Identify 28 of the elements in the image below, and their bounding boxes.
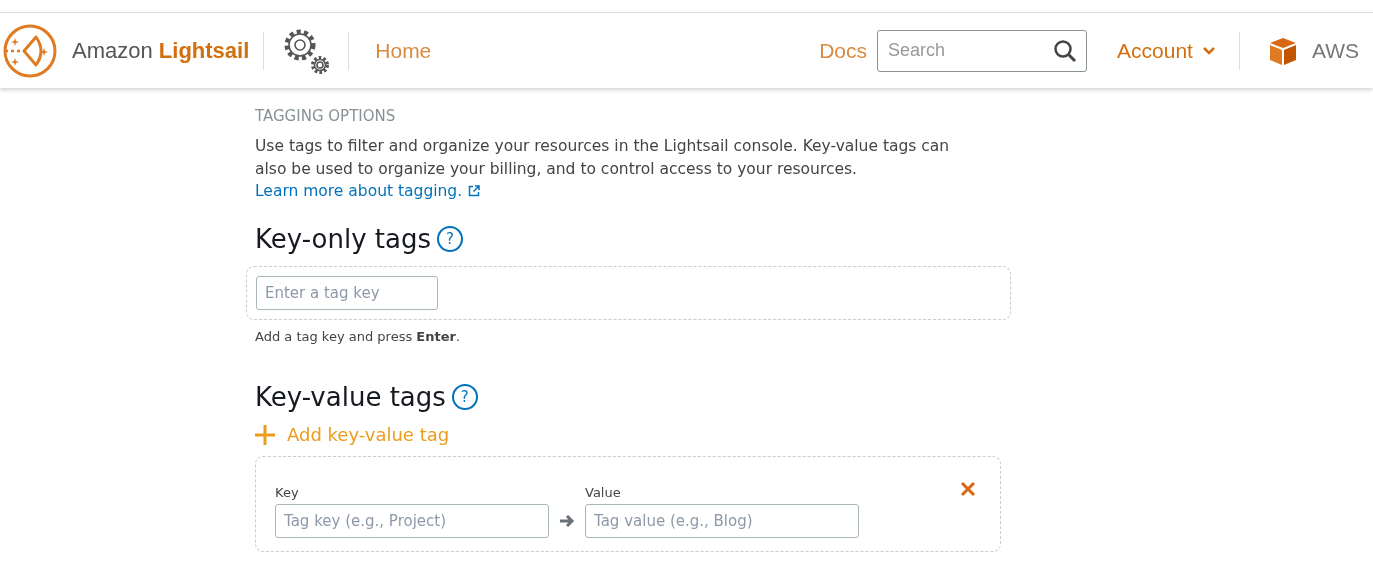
tag-key-field[interactable]: Enter a tag key [256, 276, 438, 310]
value-label: Value [585, 485, 622, 500]
sail-logo-icon[interactable] [2, 22, 58, 79]
search-field[interactable]: Search [877, 29, 1088, 72]
aws-link[interactable]: AWS [1267, 35, 1359, 66]
plus-icon [255, 424, 275, 445]
account-menu[interactable]: Account [1117, 38, 1215, 63]
brand-name[interactable]: Amazon Lightsail [72, 37, 250, 64]
key-value-title: Key-value tags [255, 382, 446, 412]
arrow-icon [559, 514, 575, 528]
tag-key-field[interactable]: Tag key (e.g., Project) [275, 504, 549, 538]
cube-icon [1267, 35, 1298, 66]
help-icon[interactable]: ? [451, 384, 478, 410]
home-link[interactable]: Home [375, 38, 432, 63]
external-link-icon [468, 185, 481, 197]
caret-icon [1202, 46, 1215, 55]
close-icon[interactable] [960, 481, 976, 497]
search-icon[interactable] [1053, 38, 1078, 63]
tag-value-field[interactable]: Tag value (e.g., Blog) [585, 504, 859, 538]
help-icon[interactable]: ? [437, 226, 463, 252]
key-label: Key [275, 485, 300, 500]
learn-more-link[interactable]: Learn more about tagging. [255, 182, 481, 200]
intro-text: Use tags to filter and organize your resources in the Lightsail console. Key-value tags can also be used to organize your billing, and to control access to your resources. [255, 136, 951, 180]
key-only-title: Key-only tags [255, 224, 431, 254]
add-tag-button[interactable]: Add key-value tag [255, 424, 450, 445]
docs-link[interactable]: Docs [819, 38, 868, 63]
hint-text: Add a tag key and press Enter. [255, 329, 462, 344]
section-label: TAGGING OPTIONS [255, 107, 397, 125]
